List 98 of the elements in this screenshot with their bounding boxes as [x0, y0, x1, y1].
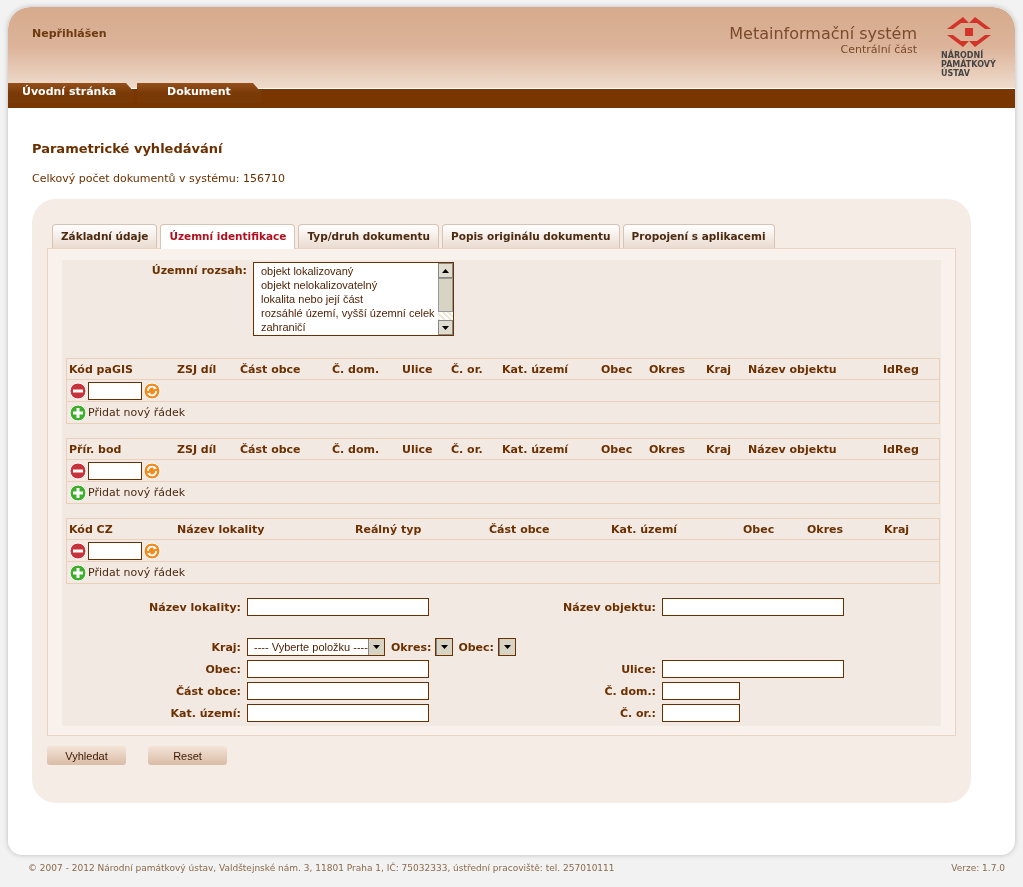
- list-option[interactable]: zahraničí: [261, 320, 438, 334]
- field-label: Č. dom.:: [603, 684, 657, 698]
- add-row-link[interactable]: Přidat nový řádek: [69, 563, 186, 582]
- column-header: Část obce: [489, 522, 551, 536]
- column-header: Č. or.: [451, 442, 484, 456]
- document-count: Celkový počet dokumentů v systému: 156710: [32, 172, 286, 185]
- list-option[interactable]: objekt lokalizovaný: [261, 264, 438, 278]
- field-label: Č. or.:: [618, 706, 657, 720]
- column-header: Okres: [649, 362, 687, 376]
- column-header: Č. dom.: [332, 362, 381, 376]
- input-field[interactable]: [247, 598, 429, 616]
- form-tab[interactable]: Základní údaje: [52, 224, 158, 248]
- input-field[interactable]: [247, 660, 429, 678]
- column-header: Č. dom.: [332, 442, 381, 456]
- button[interactable]: Vyhledat: [47, 746, 126, 765]
- input-field[interactable]: [88, 541, 142, 560]
- input-field[interactable]: [247, 682, 429, 700]
- up-arrow-icon: [442, 268, 449, 273]
- input-field[interactable]: [662, 660, 844, 678]
- button[interactable]: Reset: [148, 746, 227, 765]
- login-status: Nepřihlášen: [32, 27, 107, 40]
- remove-icon[interactable]: [69, 461, 87, 480]
- column-header: ZSJ díl: [177, 442, 218, 456]
- caret-icon: [372, 645, 380, 649]
- caret-icon: [441, 645, 449, 649]
- input-field[interactable]: [88, 461, 142, 480]
- column-header: Název objektu: [748, 362, 838, 376]
- column-header: Obec: [601, 442, 634, 456]
- form-tab[interactable]: Propojení s aplikacemi: [622, 224, 775, 248]
- list-option[interactable]: rozsáhlé území, vyšší územní celek: [261, 306, 438, 320]
- input-field[interactable]: [662, 598, 844, 616]
- remove-icon[interactable]: [69, 381, 87, 400]
- column-header: Ulice: [402, 442, 434, 456]
- logo-text: NÁRODNÍ: [941, 51, 984, 60]
- column-header: Okres: [807, 522, 845, 536]
- dropdown[interactable]: [435, 638, 454, 656]
- field-label: Ulice:: [620, 662, 657, 676]
- field-label: Okres:: [390, 640, 432, 654]
- input-field[interactable]: [662, 704, 740, 722]
- input-field[interactable]: [662, 682, 740, 700]
- caret-icon: [504, 645, 511, 649]
- form-tab[interactable]: Popis originálu dokumentu: [442, 224, 620, 248]
- column-header: Část obce: [240, 362, 302, 376]
- add-icon[interactable]: [69, 563, 87, 582]
- remove-icon[interactable]: [69, 541, 87, 560]
- list-option[interactable]: lokalita nebo její část: [261, 292, 438, 306]
- logo-text: ÚSTAV: [941, 69, 970, 78]
- system-title: Metainformační systém: [729, 25, 917, 43]
- add-icon[interactable]: [69, 403, 87, 422]
- footer-copyright: © 2007 - 2012 Národní památkový ústav, Valdštejnské nám. 3, 11801 Praha 1, IČ: 75032333, ústřední pracoviště: tel. 257010111: [28, 863, 615, 873]
- dropdown[interactable]: ---- Vyberte položku ----: [247, 638, 385, 656]
- column-header: Kraj: [706, 362, 733, 376]
- column-header: Kat. území: [502, 442, 570, 456]
- system-subtitle: Centrální část: [840, 43, 917, 56]
- column-header: Kód CZ: [69, 522, 114, 536]
- column-header: Kód paGIS: [69, 362, 134, 376]
- column-header: Kat. území: [611, 522, 679, 536]
- version-label: Verze: 1.7.0: [951, 863, 1005, 873]
- down-arrow-icon: [442, 325, 449, 330]
- column-header: ZSJ díl: [177, 362, 218, 376]
- column-header: Reálný typ: [355, 522, 423, 536]
- column-header: Č. or.: [451, 362, 484, 376]
- column-header: Ulice: [402, 362, 434, 376]
- input-field[interactable]: [88, 381, 142, 400]
- field-label: Kat. území:: [169, 706, 242, 720]
- add-row-link[interactable]: Přidat nový řádek: [69, 403, 186, 422]
- column-header: Obec: [601, 362, 634, 376]
- column-header: Kraj: [706, 442, 733, 456]
- form-tab[interactable]: Územní identifikace: [160, 224, 296, 249]
- column-header: Okres: [649, 442, 687, 456]
- column-header: Kraj: [884, 522, 911, 536]
- scrollbar[interactable]: [438, 263, 453, 335]
- field-label: Obec:: [204, 662, 242, 676]
- field-label: Územní rozsah:: [150, 264, 247, 277]
- field-label: Název lokality:: [148, 600, 242, 614]
- column-header: Část obce: [240, 442, 302, 456]
- column-header: Název lokality: [177, 522, 266, 536]
- list-box[interactable]: objekt lokalizovaný objekt nelokalizovatelný lokalita nebo její část rozsáhlé území, vyšší územní celek zahraničí: [253, 262, 454, 336]
- input-field[interactable]: [247, 704, 429, 722]
- field-label: Obec:: [458, 640, 494, 654]
- scroll-thumb[interactable]: [438, 278, 453, 312]
- add-row-link[interactable]: Přidat nový řádek: [69, 483, 186, 502]
- column-header: Název objektu: [748, 442, 838, 456]
- field-label: Část obce:: [175, 684, 242, 698]
- column-header: IdReg: [883, 362, 920, 376]
- logo-text: PAMÁTKOVÝ: [941, 60, 997, 69]
- field-label: Název objektu:: [562, 600, 657, 614]
- scroll-track[interactable]: [438, 312, 453, 320]
- form-tab[interactable]: Typ/druh dokumentu: [298, 224, 440, 248]
- column-header: Obec: [743, 522, 776, 536]
- column-header: Kat. území: [502, 362, 570, 376]
- column-header: IdReg: [883, 442, 920, 456]
- add-icon[interactable]: [69, 483, 87, 502]
- dropdown[interactable]: [498, 638, 516, 656]
- page-heading: Parametrické vyhledávání: [32, 141, 224, 156]
- field-label: Kraj:: [210, 640, 242, 654]
- column-header: Přír. bod: [69, 442, 123, 456]
- list-option[interactable]: objekt nelokalizovatelný: [261, 278, 438, 292]
